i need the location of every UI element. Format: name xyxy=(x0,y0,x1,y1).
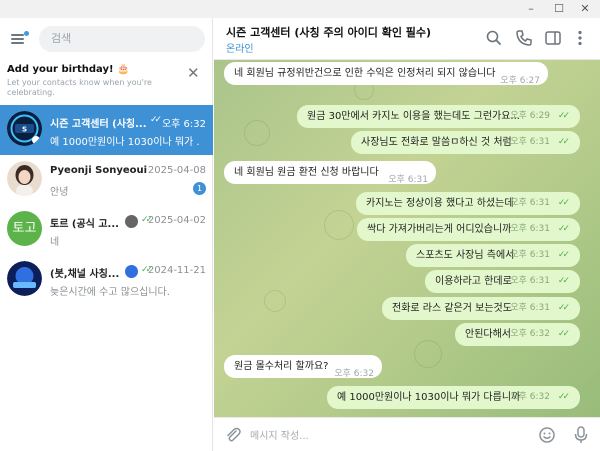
message-time: 오후 6:31 xyxy=(510,250,550,260)
message-text: 네 회원님 원금 환전 신청 바랍니다 xyxy=(234,167,379,178)
double-check-icon: ✓✓ xyxy=(557,137,570,147)
double-check-icon: ✓✓ xyxy=(557,276,570,286)
message-bubble[interactable]: 예 1000만원이나 1030이나 뭐가 다릅니까 오후 6:32 ✓✓ xyxy=(327,386,580,409)
message-text: 네 회원님 규정위반건으로 인한 수익은 인정처리 되지 않습니다 xyxy=(234,68,496,79)
wallpaper-pattern xyxy=(414,340,442,368)
message-text: 예 1000만원이나 1030이나 뭐가 다릅니까 xyxy=(337,392,521,403)
avatar xyxy=(7,261,42,296)
message-text: 스포츠도 사장님 측에서 xyxy=(416,250,515,261)
chat-name: 시즌 고객센터 (사칭... xyxy=(50,119,147,130)
message-time: 오후 6:32 xyxy=(510,329,550,339)
chat-time: 2025-04-02 xyxy=(147,215,206,226)
chat-item-pyeonji[interactable]: Pyeonji Sonyeoui 2025-04-08 안녕 1 xyxy=(0,155,213,205)
message-composer: 메시지 작성... xyxy=(214,417,600,451)
chat-name: 토르 (공식 고... xyxy=(50,219,119,230)
cake-icon: 🎂 xyxy=(117,64,130,75)
double-check-icon: ✓✓ xyxy=(557,111,570,121)
phone-icon[interactable] xyxy=(514,28,534,48)
chat-title: 시즌 고객센터 (사칭 주의 아이디 확인 필수) xyxy=(226,26,432,39)
wallpaper-pattern xyxy=(324,210,354,240)
double-check-icon: ✓✓ xyxy=(557,198,570,208)
message-bubble[interactable]: 카지노는 정상이용 했다고 하셨는데 오후 6:31 ✓✓ xyxy=(356,192,580,215)
svg-text:S: S xyxy=(22,126,27,134)
message-text: 원금 30만에서 카지노 이용을 했는데도 그런가요... xyxy=(307,111,520,122)
message-text: 사장님도 전화로 말씀ㅁ하신 것 처럼 xyxy=(361,137,512,148)
double-check-icon: ✓✓ xyxy=(557,250,570,260)
sender-avatar xyxy=(125,265,138,278)
message-time: 오후 6:31 xyxy=(510,224,550,234)
birthday-subtitle: Let your contacts know when you're celeb… xyxy=(7,78,152,97)
microphone-icon[interactable] xyxy=(572,425,590,445)
message-time: 오후 6:27 xyxy=(500,76,540,86)
message-time: 오후 6:32 xyxy=(334,369,374,379)
sidebar-toggle-icon[interactable] xyxy=(543,28,563,48)
more-options-icon[interactable] xyxy=(570,28,590,48)
avatar: S xyxy=(7,111,42,146)
chat-name: Pyeonji Sonyeoui xyxy=(50,165,148,176)
birthday-title: Add your birthday! 🎂 xyxy=(7,64,130,75)
chat-time: 2025-04-08 xyxy=(147,165,206,176)
search-input[interactable]: 검색 xyxy=(39,26,205,52)
double-check-icon: ✓✓ xyxy=(557,329,570,339)
emoji-icon[interactable] xyxy=(538,426,556,444)
close-icon[interactable]: ✕ xyxy=(187,64,200,82)
message-text: 안된다해서 xyxy=(465,329,511,340)
wallpaper-pattern xyxy=(244,120,270,146)
message-text: 싹다 가져가버리는게 어디있습니까 xyxy=(367,224,512,235)
double-check-icon: ✓✓ xyxy=(557,303,570,313)
maximize-button[interactable]: ☐ xyxy=(548,0,570,18)
chat-time: 오후 6:32 xyxy=(161,119,206,130)
chat-header[interactable]: 시즌 고객센터 (사칭 주의 아이디 확인 필수) 온라인 xyxy=(214,18,600,60)
message-text: 이용하라고 한데로 xyxy=(435,276,512,287)
message-text: 전화로 라스 같은거 보는것도 xyxy=(392,303,512,314)
online-status: 온라인 xyxy=(226,44,254,55)
message-time: 오후 6:31 xyxy=(510,198,550,208)
message-bubble[interactable]: 안된다해서 오후 6:32 ✓✓ xyxy=(455,323,580,346)
message-time: 오후 6:31 xyxy=(388,175,428,185)
chat-last-message: 안녕 xyxy=(50,187,69,198)
message-time: 오후 6:31 xyxy=(510,303,550,313)
chat-item-bot-channel[interactable]: (봇,채널 사칭... ✓✓ 2024-11-21 늦은시간에 수고 많으십니다… xyxy=(0,255,213,305)
message-text: 원금 몰수처리 할까요? xyxy=(234,361,329,372)
message-bubble[interactable]: 전화로 라스 같은거 보는것도 오후 6:31 ✓✓ xyxy=(382,297,580,320)
double-check-icon: ✓✓ xyxy=(557,224,570,234)
message-bubble[interactable]: 이용하라고 한데로 오후 6:31 ✓✓ xyxy=(425,270,580,293)
message-bubble[interactable]: 원금 몰수처리 할까요? 오후 6:32 xyxy=(224,355,382,379)
message-bubble[interactable]: 사장님도 전화로 말씀ㅁ하신 것 처럼 오후 6:31 ✓✓ xyxy=(351,131,580,154)
notification-dot xyxy=(24,31,29,36)
message-time: 오후 6:31 xyxy=(510,137,550,147)
message-time: 오후 6:32 xyxy=(510,392,550,402)
chat-item-thor[interactable]: 토고 토르 (공식 고... ✓✓ 2025-04-02 네 xyxy=(0,205,213,255)
minimize-button[interactable]: – xyxy=(520,0,542,18)
close-window-button[interactable]: ✕ xyxy=(574,0,596,18)
message-time: 오후 6:31 xyxy=(510,276,550,286)
window-titlebar: – ☐ ✕ xyxy=(0,0,600,18)
chat-last-message: 늦은시간에 수고 많으십니다. xyxy=(50,287,170,298)
message-bubble[interactable]: 원금 30만에서 카지노 이용을 했는데도 그런가요... 오후 6:29 ✓✓ xyxy=(297,105,580,128)
avatar xyxy=(7,161,42,196)
chat-last-message: 네 xyxy=(50,237,60,248)
message-area[interactable]: 네 회원님 규정위반건으로 인한 수익은 인정처리 되지 않습니다 오후 6:2… xyxy=(214,60,600,417)
message-input[interactable]: 메시지 작성... xyxy=(250,427,309,442)
sender-avatar xyxy=(125,215,138,228)
avatar: 토고 xyxy=(7,211,42,246)
message-bubble[interactable]: 네 회원님 원금 환전 신청 바랍니다 오후 6:31 xyxy=(224,161,436,185)
message-bubble[interactable]: 스포츠도 사장님 측에서 오후 6:31 ✓✓ xyxy=(406,244,580,267)
message-time: 오후 6:29 xyxy=(510,111,550,121)
chat-time: 2024-11-21 xyxy=(147,265,206,276)
wallpaper-pattern xyxy=(264,290,286,312)
menu-icon[interactable] xyxy=(9,30,29,48)
message-text: 카지노는 정상이용 했다고 하셨는데 xyxy=(366,198,514,209)
unread-badge: 1 xyxy=(193,182,206,195)
chat-name: (봇,채널 사칭... xyxy=(50,269,120,280)
double-check-icon: ✓✓ xyxy=(150,115,162,125)
chat-item-season[interactable]: S 시즌 고객센터 (사칭... ✓✓ 오후 6:32 예 1000만원이나 1… xyxy=(0,105,213,155)
chat-last-message: 예 1000만원이나 1030이나 뭐가 ... xyxy=(50,137,200,148)
attach-icon[interactable] xyxy=(224,426,242,444)
search-icon[interactable] xyxy=(484,28,504,48)
double-check-icon: ✓✓ xyxy=(557,392,570,402)
message-bubble[interactable]: 네 회원님 규정위반건으로 인한 수익은 인정처리 되지 않습니다 오후 6:2… xyxy=(224,62,548,86)
message-bubble[interactable]: 싹다 가져가버리는게 어디있습니까 오후 6:31 ✓✓ xyxy=(357,218,580,241)
chat-list-panel: 검색 Add your birthday! 🎂 Let your contact… xyxy=(0,18,213,451)
